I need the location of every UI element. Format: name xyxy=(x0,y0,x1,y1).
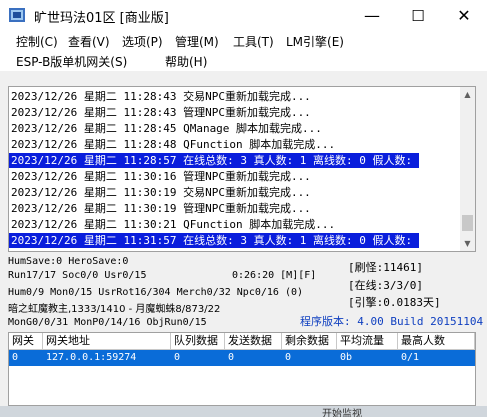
menu-esp-gateway[interactable]: ESP-B版单机网关(S) xyxy=(16,53,127,70)
main-window: 旷世玛法01区 [商业版] — ☐ ✕ 控制(C) 查看(V) 选项(P) 管理… xyxy=(0,0,487,417)
log-line: 2023/12/26 星期二 11:30:19 管理NPC重新加载完成... xyxy=(11,202,311,215)
column-header-gateway[interactable]: 网关 xyxy=(9,333,43,350)
table-cell: 127.0.0.1:59274 xyxy=(46,352,137,363)
menu-bar-secondary: ESP-B版单机网关(S) 帮助(H) xyxy=(0,51,487,71)
table-cell: 0b xyxy=(340,352,353,363)
column-header-max-users[interactable]: 最高人数 xyxy=(398,333,475,350)
menu-control[interactable]: 控制(C) xyxy=(16,33,58,50)
menu-lm-engine[interactable]: LM引擎(E) xyxy=(286,33,344,50)
bottom-strip xyxy=(0,406,487,417)
scroll-thumb[interactable] xyxy=(462,215,473,231)
table-cell: 0/1 xyxy=(401,352,420,363)
log-line: 2023/12/26 星期二 11:30:19 交易NPC重新加载完成... xyxy=(11,186,311,199)
column-header-sent[interactable]: 发送数据 xyxy=(225,333,282,350)
log-line: 2023/12/26 星期二 11:28:43 交易NPC重新加载完成... xyxy=(11,90,311,103)
log-line: 2023/12/26 星期二 11:28:45 QManage 脚本加载完成..… xyxy=(11,122,322,135)
version-label: 程序版本: 4.00 Build 20151104 xyxy=(300,315,484,328)
table-cell: 0 xyxy=(285,352,292,363)
log-line-highlighted: 2023/12/26 星期二 11:28:57 在线总数: 3 真人数: 1 离… xyxy=(9,153,419,168)
log-line: 2023/12/26 星期二 11:30:16 管理NPC重新加载完成... xyxy=(11,170,311,183)
title-bar[interactable]: 旷世玛法01区 [商业版] — ☐ ✕ xyxy=(0,0,487,31)
table-cell: 0 xyxy=(174,352,181,363)
status-boss: 暗之虹魔教主,1333/1410 - 月魔蜘蛛8/873/22 xyxy=(8,304,221,315)
maximize-button[interactable]: ☐ xyxy=(395,0,441,31)
log-panel[interactable]: 2023/12/26 星期二 11:28:43 交易NPC重新加载完成... 2… xyxy=(8,86,476,252)
table-cell: 0 xyxy=(12,352,19,363)
column-header-remaining[interactable]: 剩余数据 xyxy=(282,333,337,350)
online-counter: [在线:3/3/0] xyxy=(348,279,423,292)
table-cell: 0 xyxy=(228,352,235,363)
close-button[interactable]: ✕ xyxy=(441,0,487,31)
menu-help[interactable]: 帮助(H) xyxy=(165,53,207,70)
menu-bar-primary: 控制(C) 查看(V) 选项(P) 管理(M) 工具(T) LM引擎(E) xyxy=(0,31,487,51)
log-line: 2023/12/26 星期二 11:28:48 QFunction 脚本加载完成… xyxy=(11,138,336,151)
status-monsters: MonG0/0/31 MonP0/14/16 ObjRun0/15 xyxy=(8,317,207,328)
log-line: 2023/12/26 星期二 11:30:21 QFunction 脚本加载完成… xyxy=(11,218,336,231)
menu-tools[interactable]: 工具(T) xyxy=(233,33,274,50)
gateway-table[interactable]: 网关 网关地址 队列数据 发送数据 剩余数据 平均流量 最高人数 0 127.0… xyxy=(8,332,476,406)
status-counters: Hum0/9 Mon0/15 UsrRot16/304 Merch0/32 Np… xyxy=(8,287,304,298)
log-line-highlighted: 2023/12/26 星期二 11:31:57 在线总数: 3 真人数: 1 离… xyxy=(9,233,419,248)
scroll-down-icon[interactable]: ▼ xyxy=(460,236,475,251)
app-icon xyxy=(9,8,25,22)
status-save: HumSave:0 HeroSave:0 xyxy=(8,256,129,267)
scroll-up-icon[interactable]: ▲ xyxy=(460,87,475,102)
log-scrollbar[interactable]: ▲ ▼ xyxy=(460,87,475,251)
log-line: 2023/12/26 星期二 11:28:43 管理NPC重新加载完成... xyxy=(11,106,311,119)
engine-uptime: [引擎:0.0183天] xyxy=(348,296,441,309)
refresh-counter: [刷怪:11461] xyxy=(348,261,423,274)
status-run: Run17/17 Soc0/0 Usr0/15 xyxy=(8,270,147,281)
column-header-address[interactable]: 网关地址 xyxy=(43,333,171,350)
menu-options[interactable]: 选项(P) xyxy=(122,33,163,50)
menu-manage[interactable]: 管理(M) xyxy=(175,33,219,50)
column-header-queue[interactable]: 队列数据 xyxy=(171,333,225,350)
status-runtime: 0:26:20 [M][F] xyxy=(232,270,317,281)
table-row[interactable]: 0 127.0.0.1:59274 0 0 0 0b 0/1 xyxy=(9,350,475,366)
window-title: 旷世玛法01区 [商业版] xyxy=(34,11,169,26)
column-header-traffic[interactable]: 平均流量 xyxy=(337,333,398,350)
minimize-button[interactable]: — xyxy=(349,0,395,31)
menu-view[interactable]: 查看(V) xyxy=(68,33,110,50)
start-monitor-button[interactable]: 开始监视 xyxy=(322,405,362,417)
